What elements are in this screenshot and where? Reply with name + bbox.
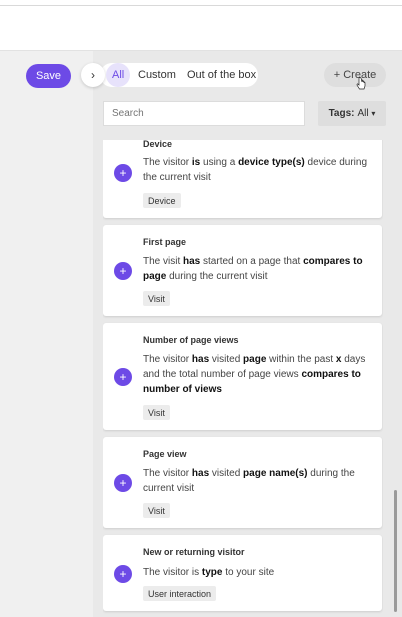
scrollbar[interactable] bbox=[394, 490, 397, 612]
tags-value: All bbox=[357, 108, 369, 119]
save-button[interactable]: Save bbox=[26, 64, 71, 88]
top-bar bbox=[0, 0, 402, 51]
card-tag: Visit bbox=[143, 405, 170, 420]
add-condition-icon[interactable]: + bbox=[114, 164, 132, 182]
tags-label: Tags: bbox=[328, 108, 355, 119]
tab-custom[interactable]: Custom bbox=[138, 63, 176, 87]
left-pane bbox=[0, 51, 93, 617]
condition-card-number-of-page-views[interactable]: Number of page views + The visitor has v… bbox=[103, 323, 382, 430]
card-title: Page view bbox=[143, 449, 187, 459]
add-condition-icon[interactable]: + bbox=[114, 368, 132, 386]
card-title: Device bbox=[143, 140, 173, 149]
card-description: The visitor has visited page within the … bbox=[143, 354, 366, 395]
card-description: The visit has started on a page that com… bbox=[143, 256, 363, 282]
card-title: First page bbox=[143, 237, 187, 247]
card-title: Number of page views bbox=[143, 335, 239, 345]
condition-card-page-view[interactable]: Page view + The visitor has visited page… bbox=[103, 437, 382, 528]
card-tag: Visit bbox=[143, 291, 170, 306]
card-description: The visitor is type to your site bbox=[143, 567, 275, 578]
top-divider bbox=[0, 5, 402, 6]
card-tag: User interaction bbox=[143, 586, 217, 601]
hand-cursor-icon bbox=[356, 77, 366, 90]
card-description: The visitor is using a device type(s) de… bbox=[143, 157, 368, 183]
condition-card-device[interactable]: Device + The visitor is using a device t… bbox=[103, 140, 382, 218]
add-condition-icon[interactable]: + bbox=[114, 565, 132, 583]
add-condition-icon[interactable]: + bbox=[114, 474, 132, 492]
card-title: New or returning visitor bbox=[143, 547, 245, 557]
condition-card-first-page[interactable]: First page + The visit has started on a … bbox=[103, 225, 382, 316]
tab-out-of-the-box[interactable]: Out of the box bbox=[187, 63, 256, 87]
condition-list: Device + The visitor is using a device t… bbox=[103, 140, 383, 617]
card-tag: Visit bbox=[143, 503, 170, 518]
card-tag: Device bbox=[143, 193, 181, 208]
condition-card-new-or-returning-visitor[interactable]: New or returning visitor + The visitor i… bbox=[103, 535, 382, 611]
create-button[interactable]: + Create bbox=[324, 63, 386, 87]
add-condition-icon[interactable]: + bbox=[114, 262, 132, 280]
card-description: The visitor has visited page name(s) dur… bbox=[143, 468, 355, 494]
collapse-panel-button[interactable]: › bbox=[81, 63, 105, 87]
tags-dropdown[interactable]: Tags: All ▾ bbox=[318, 101, 386, 126]
search-input[interactable] bbox=[103, 101, 305, 126]
chevron-down-icon: ▾ bbox=[371, 109, 376, 118]
